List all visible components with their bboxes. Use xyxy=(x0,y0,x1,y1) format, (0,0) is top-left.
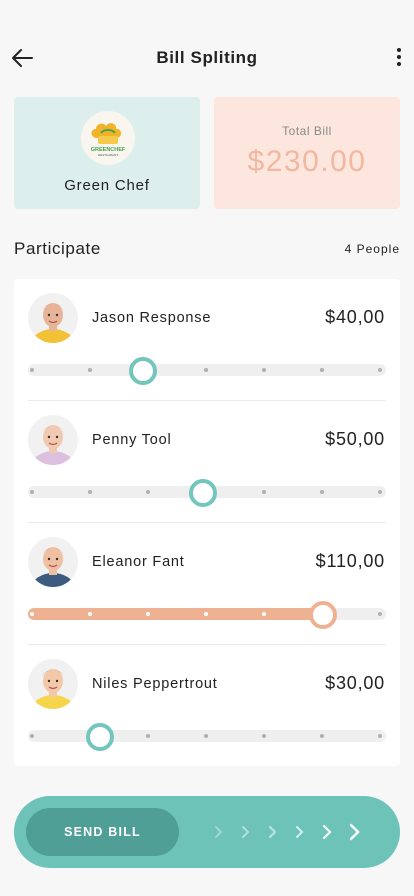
participants-panel: Jason Response $40,00 Penny Tool $50,00 … xyxy=(14,279,400,766)
share-slider[interactable] xyxy=(28,601,386,629)
slider-step-dot xyxy=(262,734,266,738)
slider-step-dot xyxy=(378,368,382,372)
participant-name: Penny Tool xyxy=(92,432,172,448)
participant-amount: $40,00 xyxy=(325,307,385,327)
total-bill-value: $230.00 xyxy=(247,145,367,178)
restaurant-card: GREENCHEF RESTAURANT Green Chef xyxy=(14,97,200,209)
avatar xyxy=(28,415,78,465)
slider-step-dot xyxy=(146,734,150,738)
avatar xyxy=(28,659,78,709)
participant-row: Niles Peppertrout $30,00 xyxy=(14,645,400,767)
slider-thumb[interactable] xyxy=(189,479,218,507)
header: Bill Spliting xyxy=(0,36,414,80)
slider-thumb[interactable] xyxy=(85,723,114,751)
slider-thumb[interactable] xyxy=(128,357,157,385)
more-options-icon[interactable] xyxy=(392,44,406,72)
share-slider[interactable] xyxy=(28,479,386,507)
slider-step-dot xyxy=(320,368,324,372)
share-slider[interactable] xyxy=(28,357,386,385)
slider-step-dot xyxy=(378,612,382,616)
slider-step-dot xyxy=(262,368,266,372)
avatar xyxy=(28,537,78,587)
slider-step-dot xyxy=(30,734,34,738)
participant-name: Jason Response xyxy=(92,310,212,326)
participant-row: Eleanor Fant $110,00 xyxy=(14,523,400,645)
restaurant-name: Green Chef xyxy=(64,177,150,194)
slider-step-dot xyxy=(30,368,34,372)
send-bill-button[interactable]: SEND BILL xyxy=(26,808,179,856)
slider-step-dot xyxy=(378,734,382,738)
slider-step-dot xyxy=(320,490,324,494)
send-bill-bar: SEND BILL xyxy=(14,796,400,868)
participant-amount: $30,00 xyxy=(325,673,385,693)
slider-step-dot xyxy=(262,612,266,616)
restaurant-logo: GREENCHEF RESTAURANT xyxy=(81,111,135,165)
page-title: Bill Spliting xyxy=(156,48,258,67)
total-bill-card: Total Bill $230.00 xyxy=(214,97,400,209)
total-bill-label: Total Bill xyxy=(282,124,332,138)
participant-name: Eleanor Fant xyxy=(92,554,185,570)
slider-step-dot xyxy=(146,490,150,494)
participant-row: Penny Tool $50,00 xyxy=(14,401,400,523)
slider-step-dot xyxy=(88,490,92,494)
participant-name: Niles Peppertrout xyxy=(92,676,218,692)
participants-title: Participate xyxy=(14,239,101,258)
slider-thumb[interactable] xyxy=(308,601,337,629)
slider-step-dot xyxy=(88,368,92,372)
slider-step-dot xyxy=(378,490,382,494)
slider-step-dot xyxy=(204,612,208,616)
slider-step-dot xyxy=(204,368,208,372)
avatar xyxy=(28,293,78,343)
svg-text:RESTAURANT: RESTAURANT xyxy=(98,153,118,157)
slider-step-dot xyxy=(320,734,324,738)
slider-step-dot xyxy=(204,734,208,738)
slider-step-dot xyxy=(88,612,92,616)
participant-amount: $50,00 xyxy=(325,429,385,449)
slider-step-dot xyxy=(262,490,266,494)
slider-fill xyxy=(28,608,323,620)
participant-amount: $110,00 xyxy=(315,551,385,571)
slider-step-dot xyxy=(146,612,150,616)
slider-step-dot xyxy=(30,612,34,616)
share-slider[interactable] xyxy=(28,723,386,751)
slider-step-dot xyxy=(30,490,34,494)
swipe-chevrons-icon xyxy=(210,818,380,846)
people-count: 4 People xyxy=(344,242,400,256)
participant-row: Jason Response $40,00 xyxy=(14,279,400,401)
